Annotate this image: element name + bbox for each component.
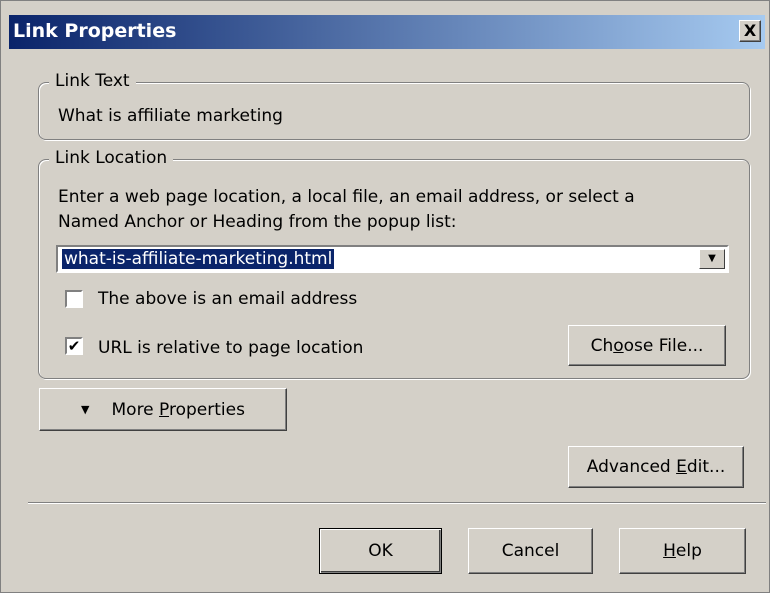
help-button[interactable]: Help xyxy=(619,528,746,574)
cancel-label: Cancel xyxy=(501,541,560,561)
ok-button[interactable]: OK xyxy=(319,528,442,574)
close-button[interactable]: X xyxy=(739,20,761,42)
more-properties-button[interactable]: ▼ More Properties xyxy=(39,388,287,431)
dialog-title: Link Properties xyxy=(13,20,177,42)
button-separator xyxy=(28,502,766,504)
email-address-checkbox[interactable] xyxy=(65,290,83,308)
choose-file-label: Choose File... xyxy=(590,335,704,356)
cancel-button[interactable]: Cancel xyxy=(468,528,593,574)
link-location-input[interactable]: what-is-affiliate-marketing.html xyxy=(62,249,335,269)
caret-down-icon: ▼ xyxy=(81,403,90,416)
link-text-value: What is affiliate marketing xyxy=(58,106,283,126)
help-label: Help xyxy=(663,541,702,561)
chevron-down-icon: ▼ xyxy=(708,253,716,264)
advanced-edit-button[interactable]: Advanced Edit... xyxy=(568,446,744,488)
location-instruction-line1: Enter a web page location, a local file,… xyxy=(58,187,635,207)
title-bar[interactable]: Link Properties X xyxy=(9,15,765,49)
link-text-group: Link Text What is affiliate marketing xyxy=(38,71,750,140)
link-location-combobox[interactable]: what-is-affiliate-marketing.html ▼ xyxy=(56,245,729,273)
more-properties-label: More Properties xyxy=(111,399,245,420)
advanced-edit-label: Advanced Edit... xyxy=(586,457,726,477)
location-instruction-line2: Named Anchor or Heading from the popup l… xyxy=(58,212,457,232)
email-address-label[interactable]: The above is an email address xyxy=(98,289,357,309)
link-location-legend: Link Location xyxy=(49,148,174,168)
link-text-legend: Link Text xyxy=(49,71,136,91)
url-relative-label[interactable]: URL is relative to page location xyxy=(98,338,363,358)
ok-label: OK xyxy=(368,541,393,561)
combo-dropdown-button[interactable]: ▼ xyxy=(699,249,725,269)
url-relative-checkbox[interactable]: ✔ xyxy=(65,337,83,355)
link-properties-dialog: Link Properties X Link Text What is affi… xyxy=(0,0,770,593)
choose-file-button[interactable]: Choose File... xyxy=(568,325,726,366)
close-icon: X xyxy=(743,21,757,40)
